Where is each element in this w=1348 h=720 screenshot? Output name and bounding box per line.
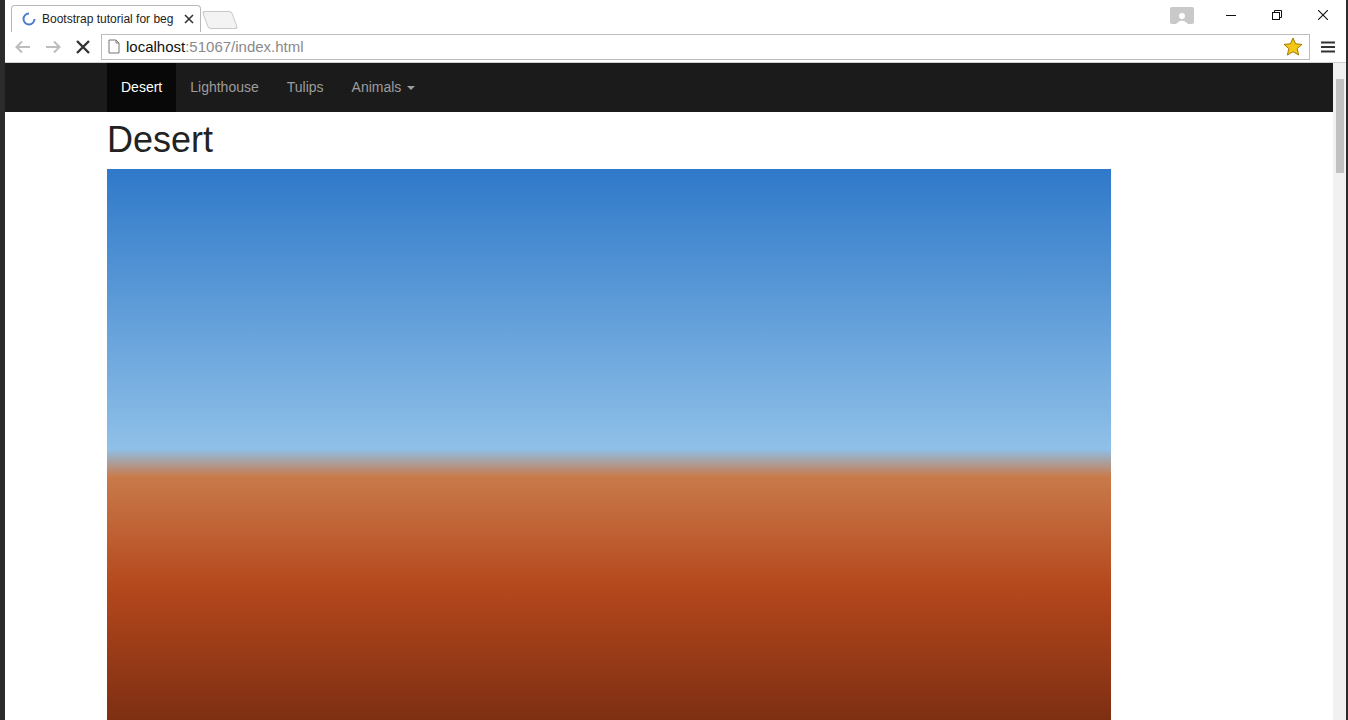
close-icon bbox=[1318, 10, 1328, 20]
toolbar: localhost:51067/index.html bbox=[5, 32, 1346, 64]
window-controls bbox=[1170, 0, 1346, 30]
url-text: localhost:51067/index.html bbox=[126, 36, 1277, 59]
forward-button[interactable] bbox=[41, 35, 65, 59]
user-icon bbox=[1176, 12, 1188, 24]
minimize-button[interactable] bbox=[1208, 0, 1254, 30]
page-area: DesertLighthouseTulipsAnimalsDesert bbox=[5, 63, 1346, 720]
nav-link[interactable]: Animals bbox=[338, 63, 430, 112]
stop-icon bbox=[76, 40, 90, 54]
close-tab-icon[interactable] bbox=[184, 14, 194, 24]
scrollbar-thumb[interactable] bbox=[1336, 79, 1344, 173]
back-arrow-icon bbox=[15, 40, 31, 54]
new-tab-button[interactable] bbox=[202, 11, 239, 29]
restore-button[interactable] bbox=[1254, 0, 1300, 30]
forward-arrow-icon bbox=[45, 40, 61, 54]
desert-photo bbox=[107, 169, 1111, 720]
nav-link[interactable]: Desert bbox=[107, 63, 176, 112]
stop-button[interactable] bbox=[71, 35, 95, 59]
back-button[interactable] bbox=[11, 35, 35, 59]
nav-link[interactable]: Tulips bbox=[273, 63, 338, 112]
close-window-button[interactable] bbox=[1300, 0, 1346, 30]
tab-title: Bootstrap tutorial for beg bbox=[42, 10, 178, 28]
page-content: Desert bbox=[5, 120, 1113, 720]
bookmark-star-icon[interactable] bbox=[1283, 37, 1303, 56]
restore-icon bbox=[1272, 10, 1282, 20]
scrollbar[interactable] bbox=[1333, 63, 1346, 720]
address-field[interactable]: localhost:51067/index.html bbox=[101, 34, 1310, 60]
loading-spinner-icon bbox=[22, 12, 36, 26]
dropdown-caret-icon bbox=[407, 86, 415, 90]
browser-window: Bootstrap tutorial for beg localhost:5106… bbox=[0, 0, 1348, 720]
profile-button[interactable] bbox=[1170, 7, 1194, 24]
web-page: DesertLighthouseTulipsAnimalsDesert bbox=[5, 63, 1333, 720]
minimize-icon bbox=[1226, 10, 1236, 20]
menu-button[interactable] bbox=[1316, 35, 1340, 59]
page-heading: Desert bbox=[107, 120, 1113, 160]
page-icon bbox=[108, 39, 120, 54]
site-navbar: DesertLighthouseTulipsAnimals bbox=[5, 63, 1333, 112]
tab-strip: Bootstrap tutorial for beg bbox=[5, 0, 1346, 32]
nav-link[interactable]: Lighthouse bbox=[176, 63, 273, 112]
hamburger-menu-icon bbox=[1321, 41, 1335, 53]
browser-tab[interactable]: Bootstrap tutorial for beg bbox=[11, 5, 201, 32]
